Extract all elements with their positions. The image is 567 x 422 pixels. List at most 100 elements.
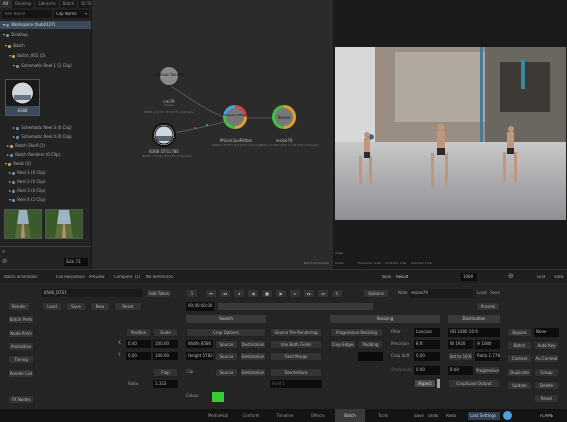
reset-button[interactable]: Reset bbox=[114, 302, 142, 311]
colour-swatch[interactable] bbox=[212, 392, 224, 402]
tree-item-batch[interactable]: ▾ Batch bbox=[0, 42, 91, 50]
field-merge-button[interactable]: Field Merge bbox=[270, 352, 322, 361]
flop-button[interactable]: Flop bbox=[153, 368, 178, 377]
destination-height-field[interactable]: H 1080 bbox=[475, 340, 500, 349]
zoom-field[interactable]: 1080 bbox=[461, 273, 477, 281]
new-button[interactable]: New bbox=[90, 302, 110, 311]
none-dropdown[interactable]: None bbox=[534, 328, 559, 337]
batch-button[interactable]: Batch bbox=[507, 341, 532, 350]
globe-icon[interactable]: ⊕ bbox=[508, 272, 514, 280]
au-context-button[interactable]: Au Context bbox=[534, 354, 559, 363]
tree-item-reel-4[interactable]: ▸ Schematic Reel 4 (0 Clip) bbox=[0, 133, 91, 141]
tree-item-desktop[interactable]: ▾ Desktop bbox=[0, 31, 91, 39]
tree-item-reels[interactable]: ▾ Reels (5) bbox=[0, 160, 91, 168]
use-both-fields-button[interactable]: Use Both Fields bbox=[270, 340, 322, 349]
tree-item-batch-001[interactable]: ▾ Batch_001 (5) bbox=[0, 52, 91, 60]
tree-item-reel-2[interactable]: ▸ Reel 2 (0 Clip) bbox=[0, 178, 91, 186]
tree-filter-input[interactable]: Tree Name bbox=[2, 10, 52, 18]
clip-thumbnail-b[interactable] bbox=[45, 209, 83, 239]
view-button[interactable]: View bbox=[554, 275, 564, 279]
clip-name-field[interactable]: 8586_DTS1 bbox=[42, 289, 142, 297]
destination-ratio-field[interactable]: Ratio 1.778 bbox=[475, 352, 500, 361]
tab-timeline[interactable]: Timeline bbox=[269, 409, 301, 422]
height-field[interactable]: Height 5782 bbox=[186, 352, 213, 360]
scale-button[interactable]: Scale bbox=[153, 328, 178, 337]
padding-button[interactable]: Padding bbox=[358, 340, 383, 349]
delete-button[interactable]: Delete bbox=[534, 381, 559, 390]
prev-frame-icon[interactable]: ◂ bbox=[233, 289, 245, 298]
destination-resolution-dropdown[interactable]: HD 1080 16:9 bbox=[448, 328, 500, 337]
destination-button-2[interactable]: Destination bbox=[240, 352, 266, 361]
bypass-button[interactable]: Bypass bbox=[507, 328, 532, 337]
fx-nodes-button[interactable]: FX Nodes bbox=[8, 395, 34, 404]
frame-field[interactable]: 1 bbox=[186, 289, 198, 298]
animation-button[interactable]: Animation bbox=[8, 342, 34, 351]
tree-item-reel-3[interactable]: ▸ Schematic Reel 3 (0 Clip) bbox=[0, 124, 91, 132]
tab-desktop[interactable]: Desktop bbox=[12, 0, 36, 8]
field-1-dropdown[interactable]: Field 1 bbox=[270, 380, 322, 388]
play-icon[interactable]: ▶ bbox=[275, 289, 287, 298]
save-setup-button[interactable]: Save bbox=[490, 289, 500, 297]
width-field[interactable]: Width 8586 bbox=[186, 340, 213, 348]
progressive-button[interactable]: Progressive bbox=[475, 366, 500, 375]
source-button-2[interactable]: Source bbox=[215, 352, 238, 361]
tab-libraries[interactable]: Libraries bbox=[35, 0, 60, 8]
tab-batch-main[interactable]: Batch bbox=[335, 409, 365, 422]
undo-button[interactable]: Undo bbox=[428, 414, 438, 418]
render-button[interactable]: Render bbox=[8, 302, 30, 311]
position-x-field[interactable]: 0.00 bbox=[126, 340, 151, 348]
grid-button[interactable]: Grid bbox=[537, 275, 545, 279]
tree-item-reel-4b[interactable]: ▾ Reel 4 (2 Clip) bbox=[0, 196, 91, 204]
aspect-button[interactable]: Aspect bbox=[414, 379, 436, 388]
tab-all[interactable]: All bbox=[0, 0, 12, 8]
tab-no-reference[interactable]: No Reference bbox=[146, 275, 173, 279]
loop-icon[interactable]: ↻ bbox=[331, 289, 343, 298]
deinterlace-button[interactable]: Deinterlace bbox=[270, 368, 322, 377]
add-token-button[interactable]: Add Token bbox=[146, 289, 172, 298]
tree-item-workspace[interactable]: ▾ Workspace (hub0127) bbox=[0, 21, 91, 29]
tree-item-reel-1[interactable]: ▸ Reel 1 (0 Clip) bbox=[0, 169, 91, 177]
position-button[interactable]: Position bbox=[126, 328, 151, 337]
crop-options-button[interactable]: Crop Options bbox=[186, 328, 266, 337]
clock-icon[interactable] bbox=[503, 411, 512, 420]
context-button[interactable]: Context bbox=[507, 354, 532, 363]
load-button[interactable]: Load bbox=[42, 302, 62, 311]
result-dropdown[interactable]: Result bbox=[396, 275, 408, 279]
redo-button[interactable]: Redo bbox=[446, 414, 456, 418]
player-viewer[interactable]: Video Action Exposure: 0.00 Contrast: 1.… bbox=[333, 0, 567, 269]
presets-dropdown[interactable]: Presets bbox=[476, 302, 500, 311]
search-icon[interactable]: ⌕ bbox=[2, 248, 5, 256]
tab-compare[interactable]: Compare: (1) bbox=[114, 275, 140, 279]
tree-item-schematic-reel-1[interactable]: ▾ Schematic Reel 1 (1 Clip) bbox=[0, 62, 91, 70]
sharpness-field[interactable]: 0.00 bbox=[414, 366, 440, 375]
tab-preview[interactable]: Preview bbox=[89, 275, 105, 279]
scale-y-field[interactable]: 100.00 bbox=[153, 352, 178, 360]
destination-button-3[interactable]: Destination bbox=[240, 368, 266, 377]
node-prefs-button[interactable]: Node Prefs bbox=[8, 329, 34, 338]
tree-item-batch-shelf[interactable]: ▸ Batch Shelf (1) bbox=[0, 142, 91, 150]
scale-x-field[interactable]: 100.00 bbox=[153, 340, 178, 348]
destination-button[interactable]: Destination bbox=[240, 340, 266, 349]
crop-soft-field[interactable]: 0.00 bbox=[414, 352, 440, 361]
last-settings-dropdown[interactable]: Last Settings bbox=[468, 412, 500, 420]
render-list-button[interactable]: Render List bbox=[8, 369, 34, 378]
clip-thumbnail-a[interactable] bbox=[4, 209, 42, 239]
load-setup-button[interactable]: Load bbox=[477, 289, 487, 297]
tab-batch[interactable]: Batch bbox=[60, 0, 79, 8]
go-to-start-icon[interactable]: ⏮ bbox=[205, 289, 217, 298]
clip-thumbnail[interactable]: 8388 bbox=[5, 79, 40, 116]
tab-tools[interactable]: Tools bbox=[367, 409, 399, 422]
crop-edges-button[interactable]: Crop Edges bbox=[330, 340, 356, 349]
timing-button[interactable]: Timing bbox=[8, 355, 34, 364]
padding-colour-swatch[interactable] bbox=[358, 352, 383, 361]
update-button[interactable]: Update bbox=[507, 381, 532, 390]
batch-schematic[interactable]: Colour Source cm79 Shade 8086 x 5773 | 8… bbox=[92, 0, 333, 269]
tab-batch-schematic[interactable]: Batch Schematic bbox=[4, 275, 38, 279]
tab-effects[interactable]: Effects bbox=[303, 409, 333, 422]
group-button[interactable]: Group bbox=[534, 368, 559, 377]
tab-full-resolution[interactable]: Full Resolution bbox=[56, 275, 85, 279]
ratio-field[interactable]: 1.333 bbox=[153, 380, 178, 388]
bit-depth-dropdown[interactable]: 8 bit bbox=[448, 366, 473, 375]
step-back-icon[interactable]: ◂◂ bbox=[219, 289, 231, 298]
timeline-scrubber[interactable] bbox=[218, 303, 373, 310]
